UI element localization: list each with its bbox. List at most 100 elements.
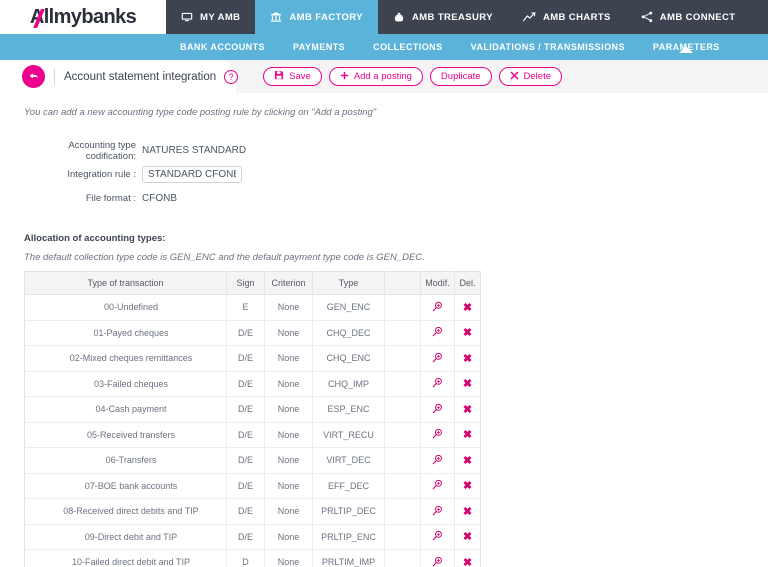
toolbar-divider <box>54 68 55 85</box>
cell-spacer <box>384 294 421 321</box>
topnav-item-amb-charts[interactable]: AMB CHARTS <box>508 0 626 34</box>
table-row[interactable]: 07-BOE bank accounts D/E None EFF_DEC ✖ <box>24 473 481 499</box>
cell-spacer <box>384 371 421 397</box>
delete-row-icon[interactable]: ✖ <box>463 378 472 390</box>
table-header-cell: Type <box>312 271 385 295</box>
cell-delete[interactable]: ✖ <box>454 320 481 346</box>
table-row[interactable]: 04-Cash payment D/E None ESP_ENC ✖ <box>24 396 481 423</box>
topnav-item-amb-factory[interactable]: AMB FACTORY <box>255 0 378 34</box>
cell-modify[interactable] <box>420 524 455 550</box>
delete-row-icon[interactable]: ✖ <box>463 302 472 314</box>
table-row[interactable]: 09-Direct debit and TIP D/E None PRLTIP_ENC… <box>24 524 481 550</box>
delete-row-icon[interactable]: ✖ <box>463 429 472 441</box>
active-tab-pointer-icon <box>679 46 694 53</box>
magnifier-plus-icon[interactable] <box>432 301 443 312</box>
delete-row-icon[interactable]: ✖ <box>463 404 472 416</box>
cell-criterion: None <box>264 447 313 474</box>
subnav-item-payments[interactable]: PAYMENTS <box>279 42 359 52</box>
cell-delete[interactable]: ✖ <box>454 345 481 372</box>
moneybag-icon <box>393 11 405 23</box>
topnav-item-amb-connect[interactable]: AMB CONNECT <box>626 0 751 34</box>
delete-row-icon[interactable]: ✖ <box>463 327 472 339</box>
cell-sign: D/E <box>226 422 265 448</box>
table-row[interactable]: 10-Failed direct debit and TIP D None PRLTI… <box>24 549 481 567</box>
magnifier-plus-icon[interactable] <box>432 403 443 414</box>
share-nodes-icon <box>641 11 653 23</box>
cell-delete[interactable]: ✖ <box>454 371 481 397</box>
add-a-posting-button[interactable]: Add a posting <box>328 67 423 86</box>
topnav-item-my-amb[interactable]: MY AMB <box>166 0 255 34</box>
subnav-item-bank-accounts[interactable]: BANK ACCOUNTS <box>166 42 279 52</box>
cell-spacer <box>384 549 421 567</box>
delete-row-icon[interactable]: ✖ <box>463 557 472 567</box>
subnav-item-collections[interactable]: COLLECTIONS <box>359 42 456 52</box>
magnifier-plus-icon[interactable] <box>432 530 443 541</box>
table-row[interactable]: 05-Received transfers D/E None VIRT_RECU ✖ <box>24 422 481 448</box>
magnifier-plus-icon[interactable] <box>432 377 443 388</box>
cell-spacer <box>384 320 421 346</box>
table-row[interactable]: 01-Payed cheques D/E None CHQ_DEC ✖ <box>24 320 481 346</box>
delete-row-icon[interactable]: ✖ <box>463 353 472 365</box>
magnifier-plus-icon[interactable] <box>432 505 443 516</box>
cell-modify[interactable] <box>420 320 455 346</box>
cell-modify[interactable] <box>420 371 455 397</box>
integration-rule-input[interactable] <box>142 166 242 183</box>
magnifier-plus-icon[interactable] <box>432 479 443 490</box>
cell-modify[interactable] <box>420 345 455 372</box>
cell-type: GEN_ENC <box>312 294 385 321</box>
back-button[interactable] <box>22 65 45 88</box>
magnifier-plus-icon[interactable] <box>432 454 443 465</box>
cell-sign: D/E <box>226 371 265 397</box>
cell-delete[interactable]: ✖ <box>454 422 481 448</box>
table-row[interactable]: 03-Failed cheques D/E None CHQ_IMP ✖ <box>24 371 481 397</box>
subnav-item-validations-transmissions[interactable]: VALIDATIONS / TRANSMISSIONS <box>457 42 639 52</box>
delete-row-icon[interactable]: ✖ <box>463 480 472 492</box>
topnav-item-amb-treasury[interactable]: AMB TREASURY <box>378 0 508 34</box>
subnav-item-parameters[interactable]: PARAMETERS <box>639 42 734 53</box>
cell-delete[interactable]: ✖ <box>454 498 481 525</box>
cell-delete[interactable]: ✖ <box>454 294 481 321</box>
cell-type: EFF_DEC <box>312 473 385 499</box>
help-icon[interactable]: ? <box>224 69 239 84</box>
cell-delete[interactable]: ✖ <box>454 473 481 499</box>
cell-transaction: 09-Direct debit and TIP <box>24 524 227 550</box>
magnifier-plus-icon[interactable] <box>432 352 443 363</box>
delete-button[interactable]: Delete <box>498 67 562 86</box>
delete-row-icon[interactable]: ✖ <box>463 531 472 543</box>
cell-delete[interactable]: ✖ <box>454 549 481 567</box>
cell-delete[interactable]: ✖ <box>454 524 481 550</box>
cell-sign: D/E <box>226 396 265 423</box>
table-row[interactable]: 02-Mixed cheques remittances D/E None CHQ_E… <box>24 345 481 372</box>
cell-delete[interactable]: ✖ <box>454 396 481 423</box>
brand-logo-text: Allmybanks <box>30 7 137 28</box>
cell-modify[interactable] <box>420 422 455 448</box>
subnav-item-label: BANK ACCOUNTS <box>180 42 266 52</box>
duplicate-button[interactable]: Duplicate <box>429 67 492 86</box>
cell-modify[interactable] <box>420 498 455 525</box>
app-window: Allmybanks MY AMB AMB FACTORY AMB TREASURY… <box>0 0 768 567</box>
delete-row-icon[interactable]: ✖ <box>463 506 472 518</box>
cell-modify[interactable] <box>420 396 455 423</box>
cell-transaction: 01-Payed cheques <box>24 320 227 346</box>
cell-modify[interactable] <box>420 294 455 321</box>
cell-criterion: None <box>264 320 313 346</box>
cross-icon <box>510 71 519 83</box>
delete-row-icon[interactable]: ✖ <box>463 455 472 467</box>
table-row[interactable]: 06-Transfers D/E None VIRT_DEC ✖ <box>24 447 481 474</box>
cell-criterion: None <box>264 371 313 397</box>
magnifier-plus-icon[interactable] <box>432 326 443 337</box>
cell-modify[interactable] <box>420 549 455 567</box>
table-header-cell: Modif. <box>420 271 455 295</box>
plus-icon <box>340 71 349 83</box>
cell-modify[interactable] <box>420 447 455 474</box>
topnav-item-label: AMB FACTORY <box>289 11 363 23</box>
cell-modify[interactable] <box>420 473 455 499</box>
brand-logo[interactable]: Allmybanks <box>0 0 166 34</box>
table-row[interactable]: 08-Received direct debits and TIP D/E None… <box>24 498 481 525</box>
cell-spacer <box>384 396 421 423</box>
table-row[interactable]: 00-Undefined E None GEN_ENC ✖ <box>24 294 481 321</box>
save-button[interactable]: Save <box>263 67 322 86</box>
magnifier-plus-icon[interactable] <box>432 556 443 567</box>
magnifier-plus-icon[interactable] <box>432 428 443 439</box>
cell-delete[interactable]: ✖ <box>454 447 481 474</box>
